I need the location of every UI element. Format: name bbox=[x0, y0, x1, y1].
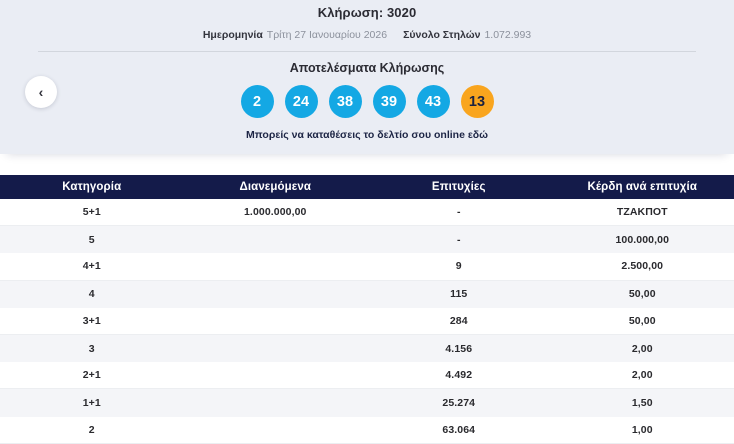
table-cell: 63.064 bbox=[367, 424, 551, 436]
table-row: 4+1 92.500,00 bbox=[0, 253, 734, 280]
table-cell: 1,50 bbox=[551, 397, 734, 409]
draw-meta: Ημερομηνία Τρίτη 27 Ιανουαρίου 2026 Σύνο… bbox=[0, 29, 734, 41]
winning-number-ball: 39 bbox=[373, 85, 406, 118]
submit-slip-online-link[interactable]: Μπορείς να καταθέσεις το δελτίο σου onli… bbox=[0, 129, 734, 141]
results-title: Αποτελέσματα Κλήρωσης bbox=[0, 61, 734, 75]
table-cell: 284 bbox=[367, 315, 551, 327]
table-row: 2+1 4.4922,00 bbox=[0, 362, 734, 389]
table-cell: - bbox=[367, 206, 551, 218]
prize-table-header-row: ΚατηγορίαΔιανεμόμεναΕπιτυχίεςΚέρδη ανά ε… bbox=[0, 175, 734, 199]
table-cell: 100.000,00 bbox=[551, 234, 734, 246]
table-cell: 2,00 bbox=[551, 343, 734, 355]
table-cell: 2,00 bbox=[551, 369, 734, 381]
table-row: 3+1 28450,00 bbox=[0, 308, 734, 335]
prize-table: ΚατηγορίαΔιανεμόμεναΕπιτυχίεςΚέρδη ανά ε… bbox=[0, 175, 734, 444]
table-cell: 2 bbox=[0, 424, 184, 436]
column-header: Επιτυχίες bbox=[367, 181, 551, 193]
table-row: 1+1 25.2741,50 bbox=[0, 389, 734, 416]
table-row: 3 4.1562,00 bbox=[0, 335, 734, 362]
winning-number-ball: 24 bbox=[285, 85, 318, 118]
winning-number-ball: 43 bbox=[417, 85, 450, 118]
table-row: 5 -100.000,00 bbox=[0, 226, 734, 253]
winning-number-ball: 2 bbox=[241, 85, 274, 118]
total-columns: Σύνολο Στηλών 1.072.993 bbox=[403, 29, 531, 41]
table-cell: 3 bbox=[0, 343, 184, 355]
previous-draw-button[interactable]: ‹ bbox=[25, 76, 57, 108]
joker-number-ball: 13 bbox=[461, 85, 494, 118]
section-divider bbox=[38, 51, 696, 52]
table-cell: 5+1 bbox=[0, 206, 184, 218]
table-cell: - bbox=[367, 234, 551, 246]
numbers-row: 2 24 38 39 43 13 bbox=[0, 85, 734, 118]
column-header: Διανεμόμενα bbox=[184, 181, 368, 193]
total-columns-value: 1.072.993 bbox=[484, 29, 531, 41]
draw-title: Κλήρωση: 3020 bbox=[0, 5, 734, 20]
table-cell: 4.156 bbox=[367, 343, 551, 355]
draw-date-value: Τρίτη 27 Ιανουαρίου 2026 bbox=[267, 29, 387, 41]
table-cell: 5 bbox=[0, 234, 184, 246]
table-row: 4 11550,00 bbox=[0, 281, 734, 308]
column-header: Κατηγορία bbox=[0, 181, 184, 193]
table-row: 5+11.000.000,00-ΤΖΑΚΠΟΤ bbox=[0, 199, 734, 226]
table-cell: 115 bbox=[367, 288, 551, 300]
table-cell: 2.500,00 bbox=[551, 260, 734, 272]
draw-date-label: Ημερομηνία bbox=[203, 29, 263, 41]
table-cell: 4+1 bbox=[0, 260, 184, 272]
table-cell: 50,00 bbox=[551, 315, 734, 327]
table-body: 5+11.000.000,00-ΤΖΑΚΠΟΤ5-100.000,004+192… bbox=[0, 199, 734, 444]
table-cell: 4 bbox=[0, 288, 184, 300]
table-cell: 4.492 bbox=[367, 369, 551, 381]
table-cell: 9 bbox=[367, 260, 551, 272]
table-cell: 1+1 bbox=[0, 397, 184, 409]
table-cell: 1,00 bbox=[551, 424, 734, 436]
table-row: 2 63.0641,00 bbox=[0, 417, 734, 444]
column-header: Κέρδη ανά επιτυχία bbox=[551, 181, 734, 193]
winning-number-ball: 38 bbox=[329, 85, 362, 118]
table-cell: 2+1 bbox=[0, 369, 184, 381]
chevron-left-icon: ‹ bbox=[39, 84, 44, 100]
table-cell: 25.274 bbox=[367, 397, 551, 409]
table-cell: 1.000.000,00 bbox=[184, 206, 368, 218]
table-cell: 3+1 bbox=[0, 315, 184, 327]
table-cell: 50,00 bbox=[551, 288, 734, 300]
draw-results-section: Κλήρωση: 3020 Ημερομηνία Τρίτη 27 Ιανουα… bbox=[0, 0, 734, 154]
total-columns-label: Σύνολο Στηλών bbox=[403, 29, 480, 41]
draw-date: Ημερομηνία Τρίτη 27 Ιανουαρίου 2026 bbox=[203, 29, 387, 41]
table-cell: ΤΖΑΚΠΟΤ bbox=[551, 206, 734, 218]
